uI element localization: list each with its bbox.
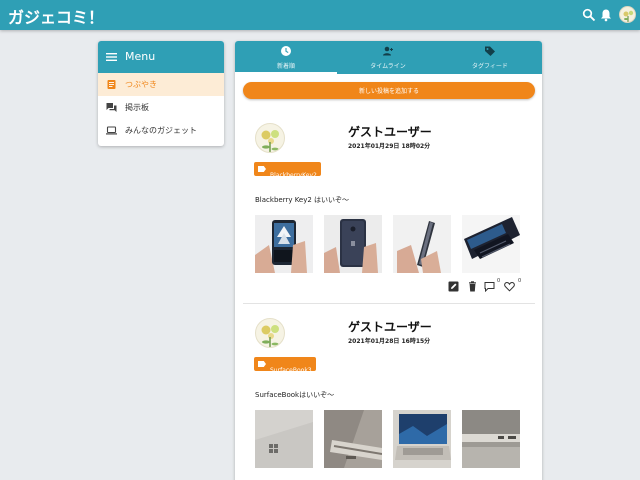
tab-label: 新着順 (276, 63, 295, 70)
search-icon[interactable] (582, 8, 596, 22)
comment-icon[interactable] (484, 281, 495, 292)
post-avatar[interactable] (255, 318, 285, 348)
post-actions: 0 0 (448, 278, 528, 293)
menu-item-board[interactable]: 掲示板 (98, 96, 224, 119)
post-photo[interactable] (393, 215, 451, 273)
user-avatar[interactable] (619, 6, 636, 23)
add-post-button[interactable]: 新しい投稿を追加する (243, 82, 535, 99)
note-icon (107, 80, 116, 89)
add-post-button-label: 新しい投稿を追加する (358, 88, 419, 95)
post-tag-chip[interactable]: BlackberryKey2 (254, 162, 321, 179)
surface-lid-photo (255, 410, 313, 468)
menu-item-tsubuyaki[interactable]: つぶやき (98, 73, 224, 96)
surface-screen-photo (393, 410, 451, 468)
post-photo[interactable] (462, 215, 520, 273)
side-menu: Menu つぶやき 掲示板 みんなのガジェット (98, 41, 224, 146)
post-body: SurfaceBookはいいぞ〜 (255, 391, 335, 399)
avatar-illustration (261, 130, 279, 152)
tab-newest[interactable]: 新着順 (235, 41, 337, 74)
menu-item-label: 掲示板 (125, 103, 149, 112)
hamburger-icon[interactable] (106, 52, 117, 62)
menu-title: Menu (125, 50, 156, 63)
post-divider (243, 303, 535, 304)
menu-header: Menu (98, 41, 224, 73)
post-photo[interactable] (393, 410, 451, 468)
laptop-icon (106, 126, 117, 135)
edit-icon[interactable] (448, 281, 459, 292)
post-photo[interactable] (324, 410, 382, 468)
menu-item-gadgets[interactable]: みんなのガジェット (98, 119, 224, 142)
surface-hinge-photo (324, 410, 382, 468)
post-username[interactable]: ゲストユーザー (348, 123, 432, 140)
post-avatar[interactable] (255, 123, 285, 153)
post-tag-label: SurfaceBook3 (270, 367, 312, 374)
phone-held-photo (255, 215, 313, 273)
comment-count: 0 (497, 278, 501, 284)
phone-side-photo (393, 215, 451, 273)
tab-tag-feed[interactable]: タグフィード (439, 41, 541, 74)
clock-icon (281, 46, 291, 56)
like-count: 0 (518, 278, 522, 284)
post-photo[interactable] (255, 410, 313, 468)
post-date: 2021年01月29日 18時02分 (348, 143, 431, 150)
tab-label: タイムライン (370, 63, 406, 70)
avatar-illustration (261, 325, 279, 347)
post-tag-chip[interactable]: SurfaceBook3 (254, 357, 316, 374)
feed-card: 新着順 タイムライン タグフィード 新しい投稿を追加する ゲストユーザー 202… (235, 41, 542, 480)
surface-side-photo (462, 410, 520, 468)
heart-icon[interactable] (504, 281, 515, 292)
tab-timeline[interactable]: タイムライン (337, 41, 439, 74)
people-icon (383, 46, 393, 56)
tab-active-indicator (235, 72, 337, 74)
post-date: 2021年01月28日 16時15分 (348, 338, 431, 345)
delete-icon[interactable] (467, 281, 478, 292)
post-photo[interactable] (324, 215, 382, 273)
post-username[interactable]: ゲストユーザー (348, 318, 432, 335)
tag-icon (485, 46, 495, 56)
avatar-illustration (623, 10, 634, 22)
tab-label: タグフィード (472, 63, 508, 70)
bell-icon[interactable] (599, 8, 613, 22)
post-tag-label: BlackberryKey2 (270, 172, 317, 179)
phone-back-photo (324, 215, 382, 273)
label-icon (258, 166, 266, 172)
tab-bar: 新着順 タイムライン タグフィード (235, 41, 542, 74)
post-photo[interactable] (462, 410, 520, 468)
menu-item-label: みんなのガジェット (125, 126, 197, 135)
app-bar: ガジェコミ！ (0, 0, 640, 30)
forum-icon (106, 103, 117, 112)
post-photo[interactable] (255, 215, 313, 273)
post-body: Blackberry Key2 はいいぞ〜 (255, 196, 350, 204)
app-title[interactable]: ガジェコミ！ (8, 4, 104, 28)
post-card: ゲストユーザー 2021年01月28日 16時15分 SurfaceBook3 … (243, 318, 535, 480)
post-card: ゲストユーザー 2021年01月29日 18時02分 BlackberryKey… (243, 123, 535, 305)
menu-item-label: つぶやき (125, 80, 157, 89)
phone-keyboard-photo (462, 215, 520, 273)
label-icon (258, 361, 266, 367)
